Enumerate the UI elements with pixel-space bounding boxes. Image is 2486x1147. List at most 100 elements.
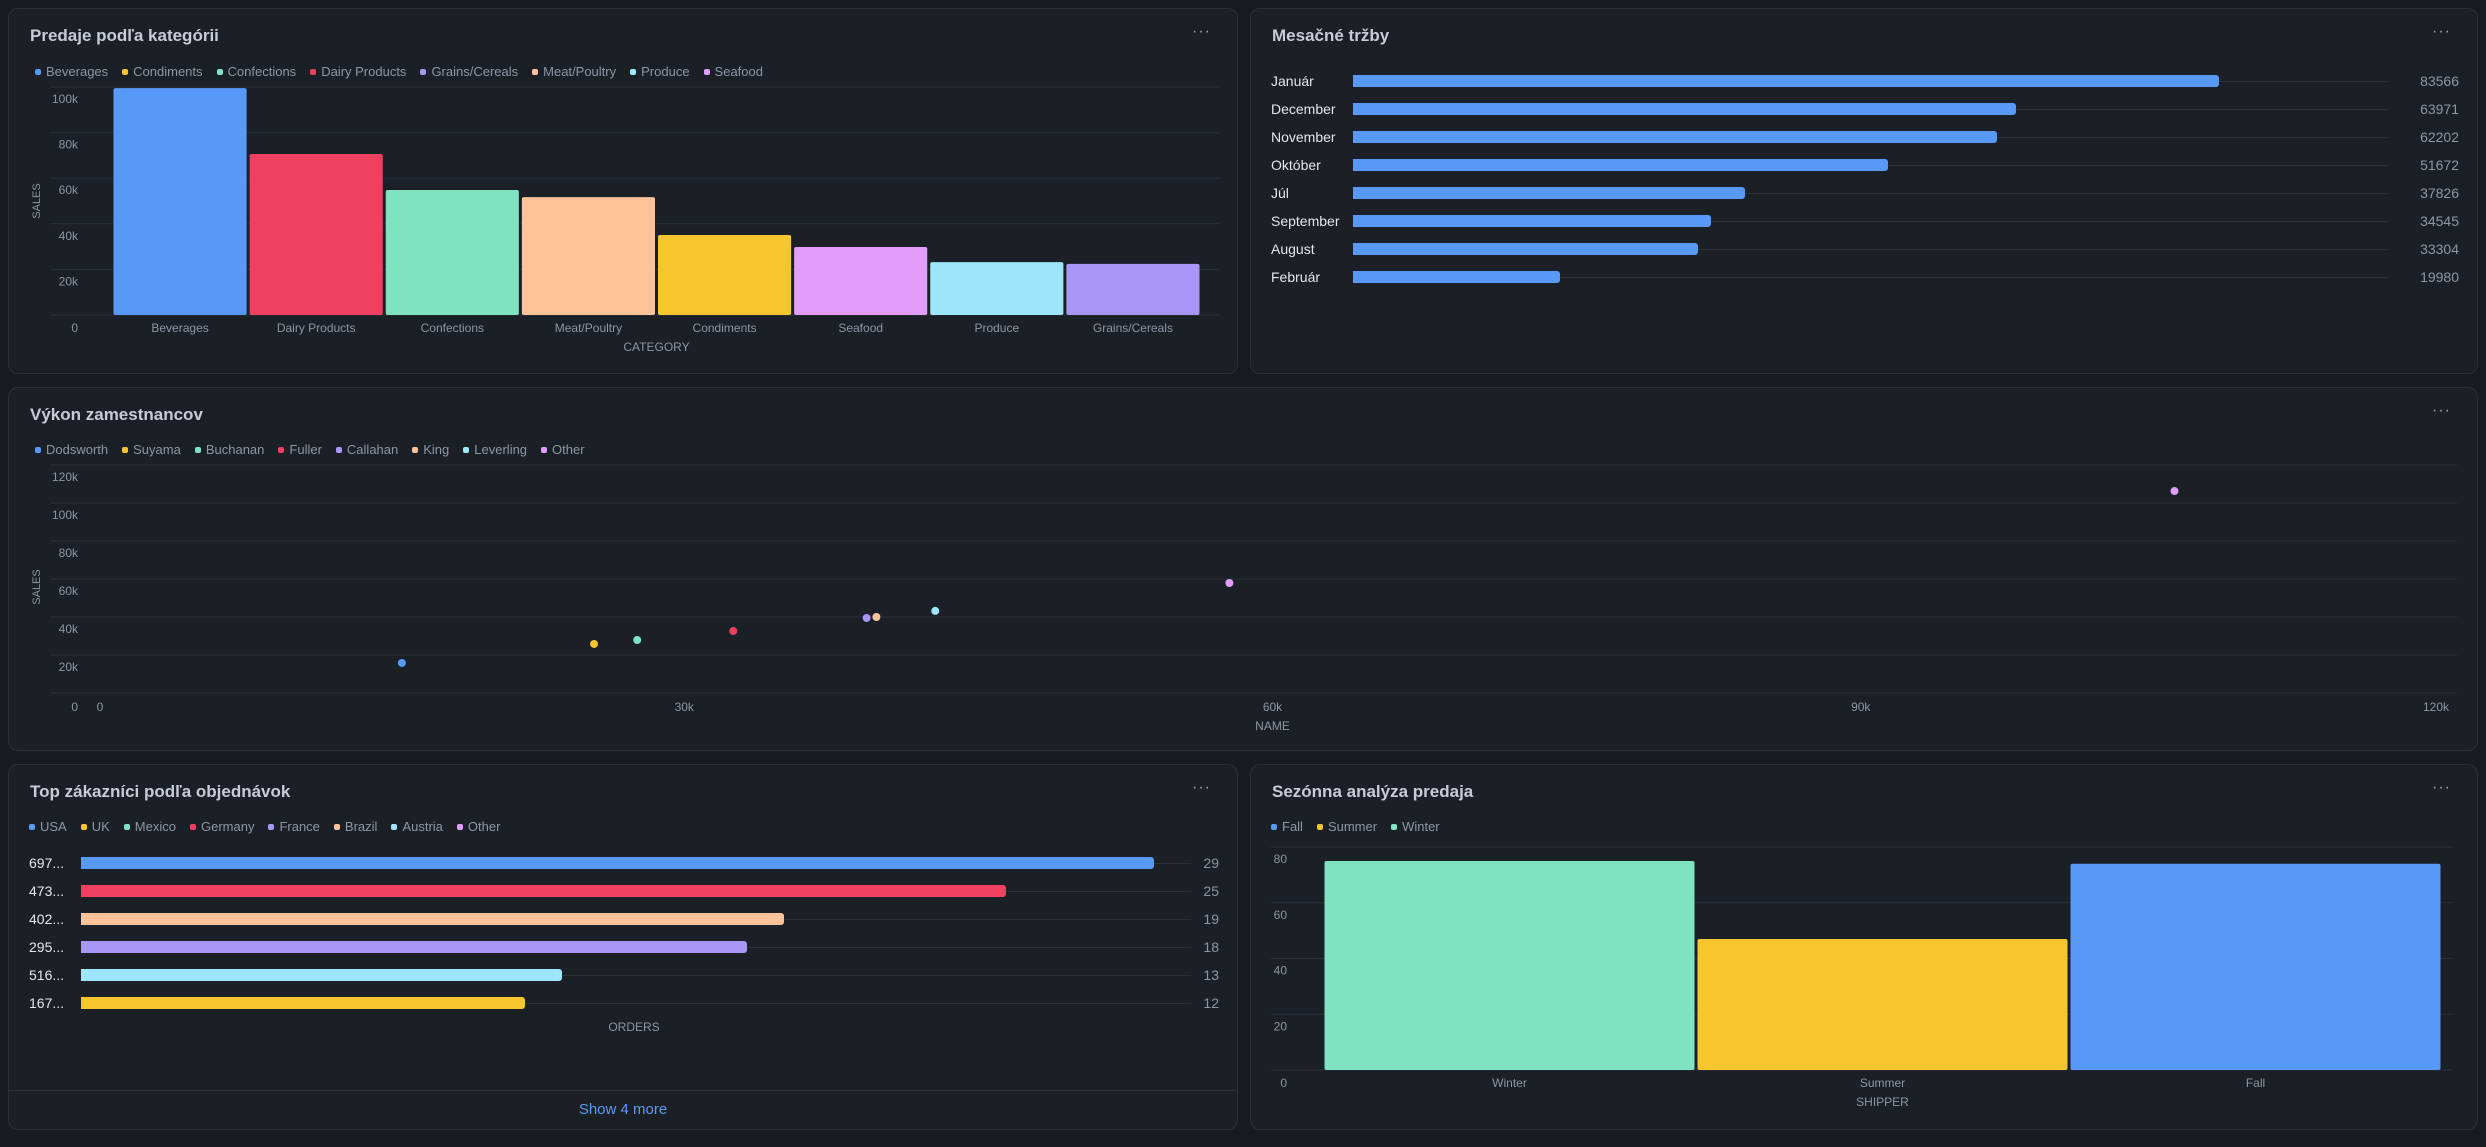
panel-sales-by-category: Predaje podľa kategórii ··· Beverages Con… bbox=[8, 8, 1238, 374]
bar bbox=[81, 941, 747, 953]
bar-label: September bbox=[1271, 213, 1340, 229]
bar-row[interactable]: August 33304 bbox=[1271, 235, 2459, 263]
bar bbox=[1353, 103, 2016, 115]
x-axis-label: ORDERS bbox=[608, 1020, 660, 1034]
x-tick-label: 120k bbox=[2423, 700, 2450, 714]
category-bar-chart: 0 20k 40k 60k 80k 100k Beverages Dairy Products… bbox=[31, 86, 1219, 354]
bar-row[interactable]: November 62202 bbox=[1271, 123, 2459, 151]
bar-row[interactable]: 697... 29 bbox=[29, 849, 1219, 877]
bar bbox=[249, 154, 383, 315]
legend-item[interactable]: Brazil bbox=[333, 819, 377, 834]
bar bbox=[113, 88, 247, 315]
legend-label: Germany bbox=[200, 819, 255, 834]
panel-title: Mesačné tržby bbox=[1272, 26, 1390, 45]
bar-row[interactable]: 295... 18 bbox=[29, 933, 1219, 961]
bar bbox=[930, 262, 1064, 315]
bar-row[interactable]: Január 83566 bbox=[1271, 67, 2459, 95]
legend-item[interactable]: UK bbox=[80, 819, 110, 834]
bar-row[interactable]: 516... 13 bbox=[29, 961, 1219, 989]
legend-dot-icon bbox=[29, 823, 35, 830]
bar-row[interactable]: December 63971 bbox=[1271, 95, 2459, 123]
legend-item[interactable]: France bbox=[268, 819, 320, 834]
x-tick-label: Beverages bbox=[151, 321, 208, 335]
bar-row[interactable]: 167... 12 bbox=[29, 989, 1219, 1017]
bar-row[interactable]: Október 51672 bbox=[1271, 151, 2459, 179]
y-tick-label: 60 bbox=[1274, 908, 1288, 922]
panel-monthly-revenue: Mesačné tržby ··· Január 83566 December 639… bbox=[1250, 8, 2478, 374]
scatter-point bbox=[931, 606, 940, 615]
monthly-revenue-bar-list: Január 83566 December 63971 November 62202 Okt… bbox=[1271, 67, 2459, 297]
legend-item[interactable]: Germany bbox=[189, 819, 255, 834]
bar-row[interactable]: 473... 25 bbox=[29, 877, 1219, 905]
legend-item[interactable]: Other bbox=[456, 819, 501, 834]
bar-label: Október bbox=[1271, 157, 1321, 173]
more-options-icon[interactable]: ··· bbox=[2432, 23, 2451, 41]
x-tick-label: Fall bbox=[2246, 1076, 2265, 1090]
legend-item[interactable]: USA bbox=[29, 819, 67, 834]
scatter-point bbox=[872, 613, 881, 621]
y-tick-label: 40k bbox=[59, 622, 79, 636]
bar-value: 37826 bbox=[2420, 185, 2459, 201]
x-tick-label: Dairy Products bbox=[277, 321, 356, 335]
bar bbox=[1353, 243, 1699, 255]
bar-row[interactable]: Júl 37826 bbox=[1271, 179, 2459, 207]
bar bbox=[81, 857, 1154, 869]
more-options-icon[interactable]: ··· bbox=[1192, 779, 1211, 797]
bar-row[interactable]: 402... 19 bbox=[29, 905, 1219, 933]
y-axis-label: SALES bbox=[31, 183, 43, 218]
bar-value: 12 bbox=[1203, 995, 1219, 1011]
bar-value: 25 bbox=[1203, 883, 1219, 899]
bar-label: 473... bbox=[29, 883, 65, 899]
bar-row[interactable]: September 34545 bbox=[1271, 207, 2459, 235]
show-more-button[interactable]: Show 4 more bbox=[9, 1090, 1237, 1129]
bar-label: August bbox=[1271, 241, 1315, 257]
x-tick-label: Meat/Poultry bbox=[555, 321, 622, 335]
panel-employee-performance: Výkon zamestnancov ··· Dodsworth Suyama Bu… bbox=[8, 387, 2478, 751]
legend-item[interactable]: Austria bbox=[391, 819, 443, 834]
bar bbox=[1353, 271, 1560, 283]
legend-label: Other bbox=[467, 819, 501, 834]
bar bbox=[1353, 75, 2219, 87]
employee-scatter-chart: 0 20k 40k 60k 80k 100k 120k 0 30k 60k 90k 120k NAME S… bbox=[31, 464, 2457, 733]
x-tick-label: 60k bbox=[1263, 700, 1283, 714]
legend-label: Mexico bbox=[134, 819, 176, 834]
x-tick-label: Produce bbox=[974, 321, 1019, 335]
y-tick-label: 40k bbox=[59, 229, 79, 243]
bar-value: 83566 bbox=[2420, 73, 2459, 89]
x-tick-label: 0 bbox=[97, 700, 104, 714]
chart-legend: USA UK Mexico Germany France Brazil Austria Oth… bbox=[29, 819, 500, 834]
legend-item[interactable]: Mexico bbox=[123, 819, 176, 834]
y-tick-label: 0 bbox=[1280, 1076, 1287, 1090]
bar bbox=[81, 885, 1006, 897]
bar bbox=[521, 197, 655, 315]
bar-label: Január bbox=[1271, 73, 1314, 89]
bar-label: 697... bbox=[29, 855, 65, 871]
bar-label: 295... bbox=[29, 939, 65, 955]
scatter-point bbox=[2170, 487, 2179, 496]
y-tick-label: 60k bbox=[59, 183, 79, 197]
x-tick-label: Grains/Cereals bbox=[1093, 321, 1173, 335]
scatter-point bbox=[633, 635, 642, 644]
x-tick-label: 90k bbox=[1851, 700, 1871, 714]
bar-value: 51672 bbox=[2420, 157, 2459, 173]
bar bbox=[385, 190, 519, 315]
bar-value: 34545 bbox=[2420, 213, 2459, 229]
y-tick-label: 120k bbox=[52, 470, 79, 484]
bar-label: December bbox=[1271, 101, 1336, 117]
y-tick-label: 20k bbox=[59, 660, 79, 674]
bar-label: 167... bbox=[29, 995, 65, 1011]
bar bbox=[1066, 263, 1200, 315]
y-tick-label: 100k bbox=[52, 508, 79, 522]
x-tick-label: Seafood bbox=[838, 321, 883, 335]
bar-row[interactable]: Február 19980 bbox=[1271, 263, 2459, 291]
bar bbox=[658, 234, 792, 315]
y-tick-label: 0 bbox=[71, 321, 78, 335]
bar-value: 29 bbox=[1203, 855, 1219, 871]
legend-dot-icon bbox=[268, 823, 275, 830]
y-tick-label: 80k bbox=[59, 546, 79, 560]
seasonal-bar-chart: 0 20 40 60 80 Winter Summer Fall SHIPPER bbox=[1271, 846, 2453, 1109]
bar-value: 19980 bbox=[2420, 269, 2459, 285]
bar-label: Júl bbox=[1271, 185, 1289, 201]
y-tick-label: 100k bbox=[52, 92, 79, 106]
legend-dot-icon bbox=[391, 823, 398, 830]
